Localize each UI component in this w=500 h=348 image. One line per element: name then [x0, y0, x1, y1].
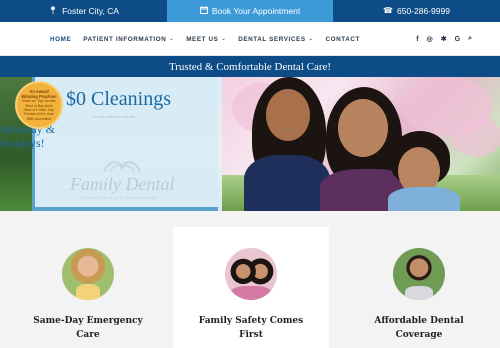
family-photo [222, 77, 500, 211]
main-navigation: HOME PATIENT INFORMATION ⌄ MEET US ⌄ DENTAL S… [0, 22, 500, 56]
phone-icon: ☎︎ [383, 6, 394, 15]
staff-avatar-pair [225, 248, 277, 300]
chevron-down-icon: ⌄ [308, 36, 314, 42]
social-links: f ◎ ✱ G ⌕ [416, 22, 472, 56]
clinic-logo-subtitle: COMFORTABLE & CONVENIENT [82, 195, 158, 200]
nav-item-label: DENTAL SERVICES [238, 35, 306, 43]
google-icon[interactable]: G [455, 36, 460, 43]
tagline-text: Trusted & Comfortable Dental Care! [168, 60, 332, 73]
dentist-avatar-man [393, 248, 445, 300]
award-badge: An Award Winning Practice! Voted as 'Top… [15, 81, 63, 129]
appointment-label: Book Your Appointment [211, 6, 301, 16]
feature-card-title: Affordable Dental Coverage [374, 316, 464, 341]
yelp-icon[interactable]: ✱ [441, 35, 447, 43]
nav-item-label: MEET US [186, 35, 219, 43]
facebook-icon[interactable]: f [416, 36, 418, 43]
promo-subtext: For new patients for first visit [92, 115, 136, 119]
location-link[interactable]: 📍︎ Foster City, CA [0, 0, 167, 22]
top-info-bar: 📍︎ Foster City, CA Book Your Appointment… [0, 0, 500, 22]
instagram-icon[interactable]: ◎ [427, 35, 433, 43]
feature-card-title: Family Safety Comes First [198, 316, 304, 341]
nav-item-contact[interactable]: CONTACT [325, 36, 360, 43]
tagline-banner: Trusted & Comfortable Dental Care! [0, 56, 500, 77]
clinic-logo-text: Family Dental [70, 174, 175, 194]
book-appointment-button[interactable]: Book Your Appointment [167, 0, 333, 22]
calendar-icon [199, 6, 208, 16]
promo-headline: $0 Cleanings [66, 88, 171, 110]
map-pin-icon: 📍︎ [47, 6, 59, 15]
nav-item-patient-information[interactable]: PATIENT INFORMATION ⌄ [83, 36, 174, 43]
chevron-down-icon: ⌄ [221, 36, 227, 42]
hero-slider[interactable]: Saturday & Sundays! An Award Winning Pra… [0, 77, 500, 211]
location-text: Foster City, CA [62, 6, 120, 16]
promo-panel: Saturday & Sundays! An Award Winning Pra… [0, 77, 222, 211]
nav-item-meet-us[interactable]: MEET US ⌄ [186, 36, 226, 43]
feature-card-coverage[interactable]: Affordable Dental Coverage [341, 211, 497, 348]
nav-item-label: CONTACT [325, 35, 360, 43]
nav-item-home[interactable]: HOME [50, 36, 71, 43]
nav-item-dental-services[interactable]: DENTAL SERVICES ⌄ [238, 36, 313, 43]
feature-card-safety[interactable]: Family Safety Comes First [173, 227, 329, 348]
search-icon[interactable]: ⌕ [468, 35, 472, 43]
phone-link[interactable]: ☎︎ 650-286-9999 [333, 0, 500, 22]
dentist-avatar-woman [62, 248, 114, 300]
nav-item-label: PATIENT INFORMATION [83, 35, 167, 43]
nav-menu: HOME PATIENT INFORMATION ⌄ MEET US ⌄ DENTAL S… [50, 22, 360, 56]
chevron-down-icon: ⌄ [169, 36, 175, 42]
nav-item-label: HOME [50, 35, 72, 43]
feature-cards: Same-Day Emergency Care Family Safety Co… [0, 211, 500, 348]
feature-card-emergency[interactable]: Same-Day Emergency Care [10, 211, 166, 348]
phone-number: 650-286-9999 [397, 6, 450, 16]
feature-card-title: Same-Day Emergency Care [33, 316, 143, 341]
